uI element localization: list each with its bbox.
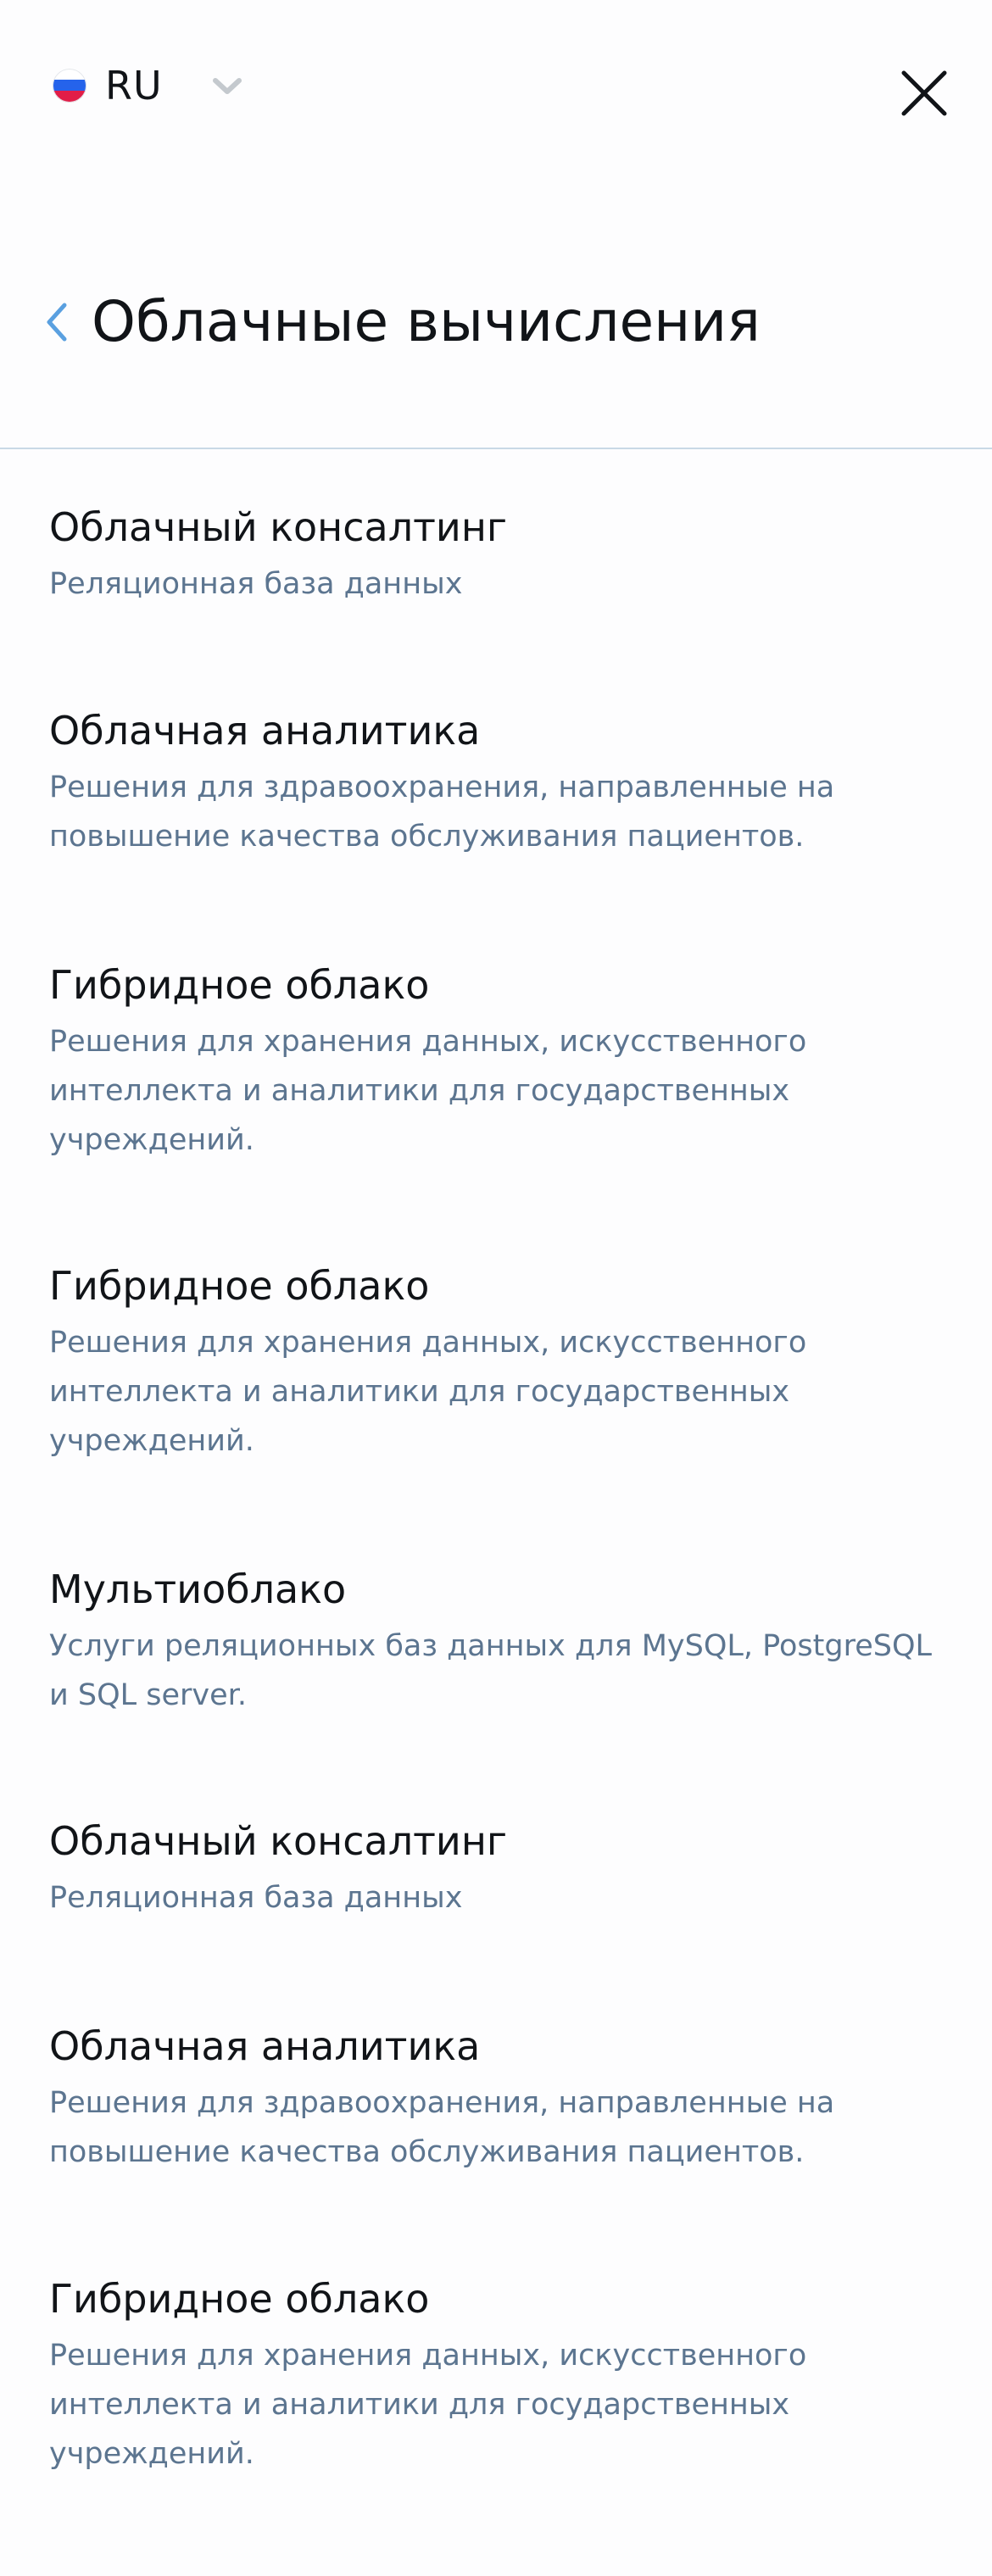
menu-item-cloud-consulting[interactable]: Облачный консалтинг Реляционная база дан… [49, 1814, 948, 1922]
menu-item-title: Гибридное облако [49, 962, 430, 1008]
menu-item-hybrid-cloud[interactable]: Гибридное облако Решения для хранения да… [49, 958, 948, 1165]
menu-item-cloud-consulting[interactable]: Облачный консалтинг Реляционная база дан… [49, 500, 948, 609]
menu-item-title: Гибридное облако [49, 1263, 430, 1309]
menu-item-description: Решения для хранения данных, искусственн… [49, 1326, 807, 1458]
menu-item-cloud-analytics[interactable]: Облачная аналитика Решения для здравоохр… [49, 2019, 948, 2177]
menu-item-title: Облачная аналитика [49, 708, 481, 754]
menu-item-title: Облачная аналитика [49, 2023, 481, 2069]
menu-item-title: Облачный консалтинг [49, 504, 508, 550]
menu-item-hybrid-cloud[interactable]: Гибридное облако Решения для хранения да… [49, 2272, 948, 2479]
menu-item-description: Решения для хранения данных, искусственн… [49, 2339, 807, 2471]
menu-item-title: Мультиоблако [49, 1566, 347, 1612]
menu-item-description: Решения для здравоохранения, направленны… [49, 2086, 835, 2169]
menu-item-description: Решения для хранения данных, искусственн… [49, 1025, 807, 1157]
header-divider [0, 448, 992, 449]
chevron-down-icon [212, 78, 242, 94]
menu-item-title: Облачный консалтинг [49, 1818, 508, 1864]
russia-flag-icon [53, 69, 86, 103]
menu-item-description: Реляционная база данных [49, 567, 463, 601]
language-code: RU [105, 63, 163, 108]
menu-item-hybrid-cloud[interactable]: Гибридное облако Решения для хранения да… [49, 1259, 948, 1466]
menu-item-description: Решения для здравоохранения, направленны… [49, 771, 835, 854]
menu-item-description: Реляционная база данных [49, 1881, 463, 1915]
menu-item-description: Услуги реляционных баз данных для MySQL,… [49, 1629, 933, 1712]
menu-item-cloud-analytics[interactable]: Облачная аналитика Решения для здравоохр… [49, 704, 948, 861]
chevron-left-icon[interactable] [41, 297, 71, 348]
menu-item-multicloud[interactable]: Мультиоблако Услуги реляционных баз данн… [49, 1562, 948, 1720]
page-title: Облачные вычисления [92, 289, 761, 354]
language-selector[interactable]: RU [53, 56, 244, 115]
close-icon[interactable] [899, 68, 950, 119]
top-bar: RU [0, 0, 992, 170]
menu-item-title: Гибридное облако [49, 2276, 430, 2322]
page-header: Облачные вычисления [0, 263, 992, 373]
